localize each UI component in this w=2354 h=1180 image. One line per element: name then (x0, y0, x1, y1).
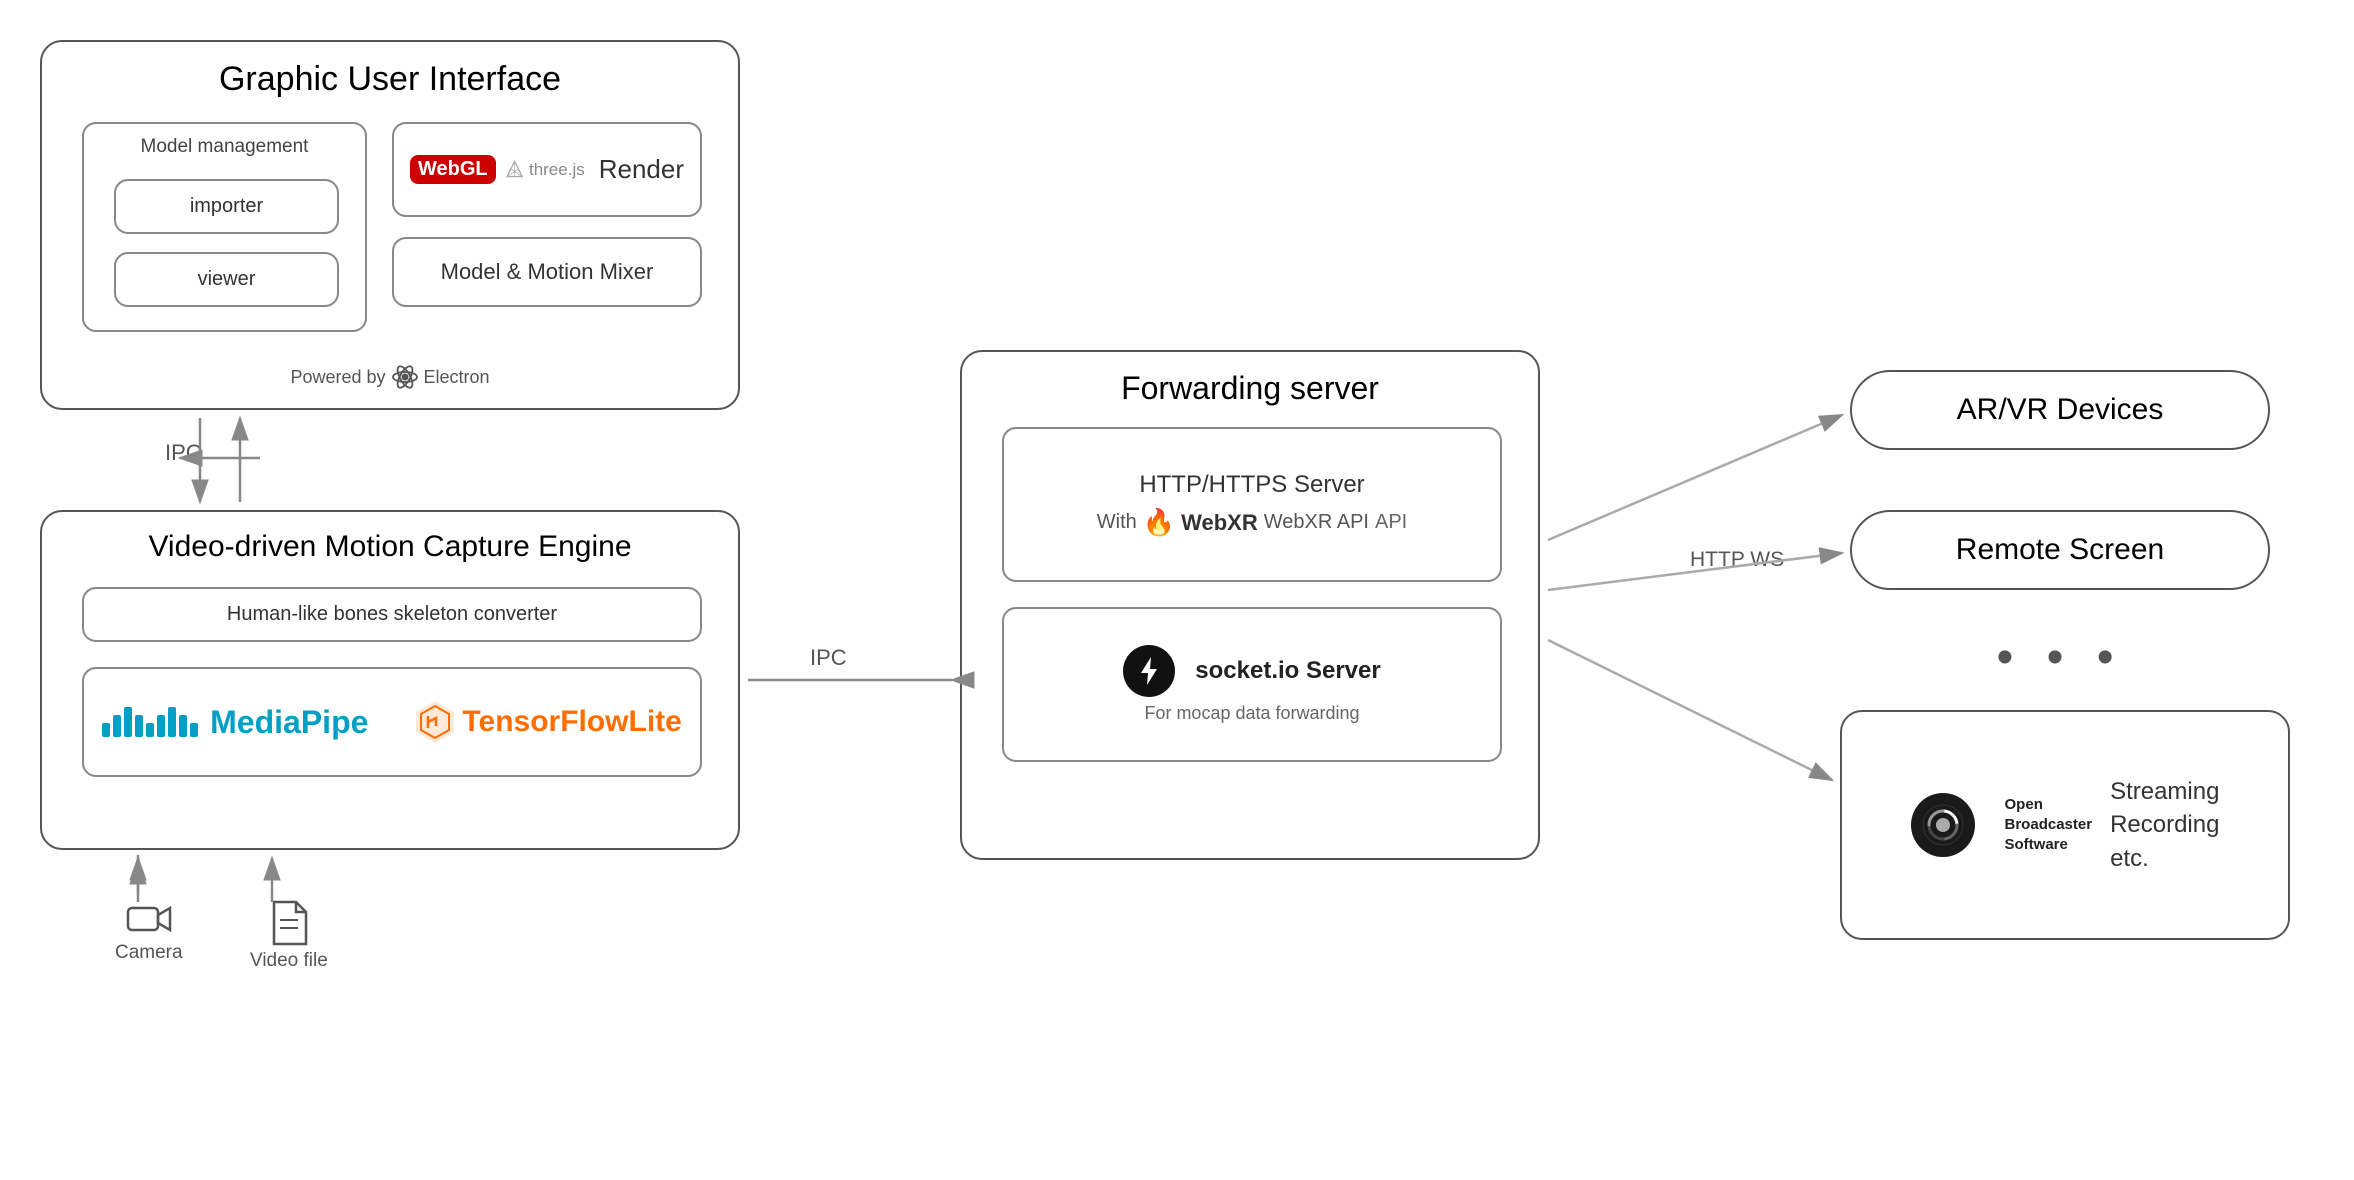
httpws-label: HTTP WS (1690, 545, 1784, 574)
mixer-box: Model & Motion Mixer (392, 237, 702, 307)
http-server-box: HTTP/HTTPS Server With 🔥 WebXR WebXR API… (1002, 427, 1502, 582)
webxr-group: With 🔥 WebXR WebXR API API (1097, 507, 1407, 538)
obs-text-group: OpenBroadcasterSoftware (2005, 795, 2093, 856)
api-text: WebXR API (1264, 511, 1369, 534)
model-mgmt-label: Model management (84, 136, 365, 158)
api-suffix: API (1375, 511, 1407, 534)
obs-box: OpenBroadcasterSoftware StreamingRecordi… (1840, 710, 2290, 940)
video-file-label: Video file (250, 950, 328, 972)
model-mgmt-box: Model management importer viewer (82, 122, 367, 332)
tensorflow-label: TensorFlowLite (462, 705, 681, 739)
video-file-group: Video file (250, 900, 328, 972)
threejs-label: three.js (529, 160, 585, 180)
forwarding-server-box: Forwarding server HTTP/HTTPS Server With… (960, 350, 1540, 860)
webgl-logo: WebGL (410, 155, 496, 184)
socketio-sub: For mocap data forwarding (1144, 703, 1359, 724)
threejs-icon (506, 151, 523, 189)
skeleton-box: Human-like bones skeleton converter (82, 587, 702, 642)
socketio-icon (1123, 645, 1175, 697)
arvr-box: AR/VR Devices (1850, 370, 2270, 450)
camera-label: Camera (115, 942, 183, 964)
tensorflow-group: TensorFlowLite (416, 701, 681, 743)
importer-box: importer (114, 179, 339, 234)
mediapipe-label: MediaPipe (210, 704, 368, 741)
tensorflow-icon (416, 701, 454, 743)
flame-icon: 🔥 (1143, 507, 1175, 538)
obs-logo (1911, 793, 1975, 857)
webxr-label: WebXR (1181, 510, 1258, 536)
electron-text: Electron (424, 367, 490, 388)
mce-title: Video-driven Motion Capture Engine (42, 530, 738, 564)
frameworks-box: MediaPipe TensorFlowLite (82, 667, 702, 777)
mce-box: Video-driven Motion Capture Engine Human… (40, 510, 740, 850)
dots-separator: • • • (1850, 630, 2270, 685)
mixer-label: Model & Motion Mixer (441, 259, 654, 285)
skeleton-label: Human-like bones skeleton converter (227, 603, 557, 626)
importer-label: importer (190, 195, 263, 218)
ipc2-label: IPC (810, 645, 847, 671)
socketio-header: socket.io Server (1123, 645, 1380, 697)
arvr-label: AR/VR Devices (1852, 372, 2268, 448)
viewer-box: viewer (114, 252, 339, 307)
mediapipe-bars-icon (102, 707, 198, 737)
http-server-label: HTTP/HTTPS Server (1139, 471, 1364, 499)
fwd-title: Forwarding server (962, 370, 1538, 407)
render-label: Render (599, 154, 684, 185)
gui-title: Graphic User Interface (42, 60, 738, 99)
ipc1-label: IPC (165, 440, 202, 466)
obs-streaming-label: StreamingRecordingetc. (2110, 775, 2219, 876)
camera-icon (126, 900, 172, 938)
electron-icon (392, 364, 418, 390)
remote-screen-label: Remote Screen (1852, 512, 2268, 588)
remote-screen-box: Remote Screen (1850, 510, 2270, 590)
viewer-label: viewer (198, 268, 256, 291)
electron-label: Powered by Electron (42, 364, 738, 390)
socketio-name: socket.io Server (1195, 657, 1380, 684)
camera-group: Camera (115, 900, 183, 964)
video-file-icon (270, 900, 308, 946)
powered-by-text: Powered by (290, 367, 385, 388)
with-text: With (1097, 511, 1137, 534)
obs-name: OpenBroadcasterSoftware (2005, 795, 2093, 856)
httpws-text: HTTP WS (1690, 548, 1784, 571)
socketio-server-box: socket.io Server For mocap data forwardi… (1002, 607, 1502, 762)
webgl-render-box: WebGL three.js Render (392, 122, 702, 217)
gui-box: Graphic User Interface Model management … (40, 40, 740, 410)
socketio-text-group: socket.io Server (1195, 657, 1380, 685)
mediapipe-group: MediaPipe (102, 704, 368, 741)
